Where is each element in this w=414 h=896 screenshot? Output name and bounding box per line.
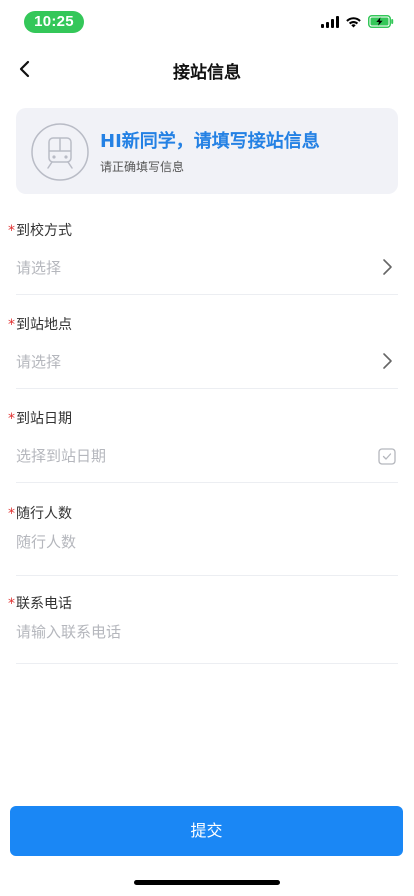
submit-button[interactable]: 提交 xyxy=(10,806,403,856)
status-time: 10:25 xyxy=(24,11,84,33)
arrival-station-select[interactable]: 请选择 xyxy=(16,351,61,372)
status-icons xyxy=(321,15,394,28)
required-mark: * xyxy=(8,411,15,427)
field-label: *随行人数 xyxy=(8,503,72,523)
field-label: *联系电话 xyxy=(8,593,72,613)
field-label-text: 随行人数 xyxy=(16,506,72,522)
divider xyxy=(16,482,398,483)
divider xyxy=(16,663,398,664)
form-item-companions[interactable]: *随行人数 随行人数 xyxy=(0,497,414,577)
banner-title: HI新同学，请填写接站信息 xyxy=(100,131,320,152)
calendar-icon[interactable] xyxy=(378,447,396,465)
form-item-phone[interactable]: *联系电话 请输入联系电话 xyxy=(0,587,414,667)
form-item-arrival-method[interactable]: *到校方式 请选择 xyxy=(0,214,414,295)
form-item-arrival-date[interactable]: *到站日期 选择到站日期 xyxy=(0,402,414,483)
required-mark: * xyxy=(8,506,15,522)
field-label-text: 到站日期 xyxy=(16,411,72,427)
divider xyxy=(16,575,398,576)
field-label-text: 到站地点 xyxy=(16,317,72,333)
form-item-arrival-station[interactable]: *到站地点 请选择 xyxy=(0,308,414,389)
required-mark: * xyxy=(8,223,15,239)
home-indicator[interactable] xyxy=(134,880,280,885)
info-banner: HI新同学，请填写接站信息 请正确填写信息 xyxy=(16,108,398,194)
phone-input[interactable]: 请输入联系电话 xyxy=(16,621,121,642)
nav-bar: 接站信息 xyxy=(0,44,414,96)
arrival-method-select[interactable]: 请选择 xyxy=(16,257,61,278)
field-label: *到站地点 xyxy=(8,314,72,334)
field-label-text: 联系电话 xyxy=(16,596,72,612)
train-icon xyxy=(30,122,90,182)
arrival-date-picker[interactable]: 选择到站日期 xyxy=(16,445,106,466)
chevron-right-icon[interactable] xyxy=(380,258,394,276)
banner-subtitle: 请正确填写信息 xyxy=(100,160,185,174)
divider xyxy=(16,388,398,389)
divider xyxy=(16,294,398,295)
status-bar: 10:25 xyxy=(0,0,414,44)
field-label: *到站日期 xyxy=(8,408,72,428)
field-label-text: 到校方式 xyxy=(16,223,72,239)
signal-icon xyxy=(321,15,339,28)
wifi-icon xyxy=(345,16,362,28)
required-mark: * xyxy=(8,317,15,333)
field-label: *到校方式 xyxy=(8,220,72,240)
battery-charging-icon xyxy=(368,15,394,28)
chevron-right-icon[interactable] xyxy=(380,352,394,370)
page-title: 接站信息 xyxy=(173,63,241,83)
required-mark: * xyxy=(8,596,15,612)
companions-input[interactable]: 随行人数 xyxy=(16,531,76,552)
